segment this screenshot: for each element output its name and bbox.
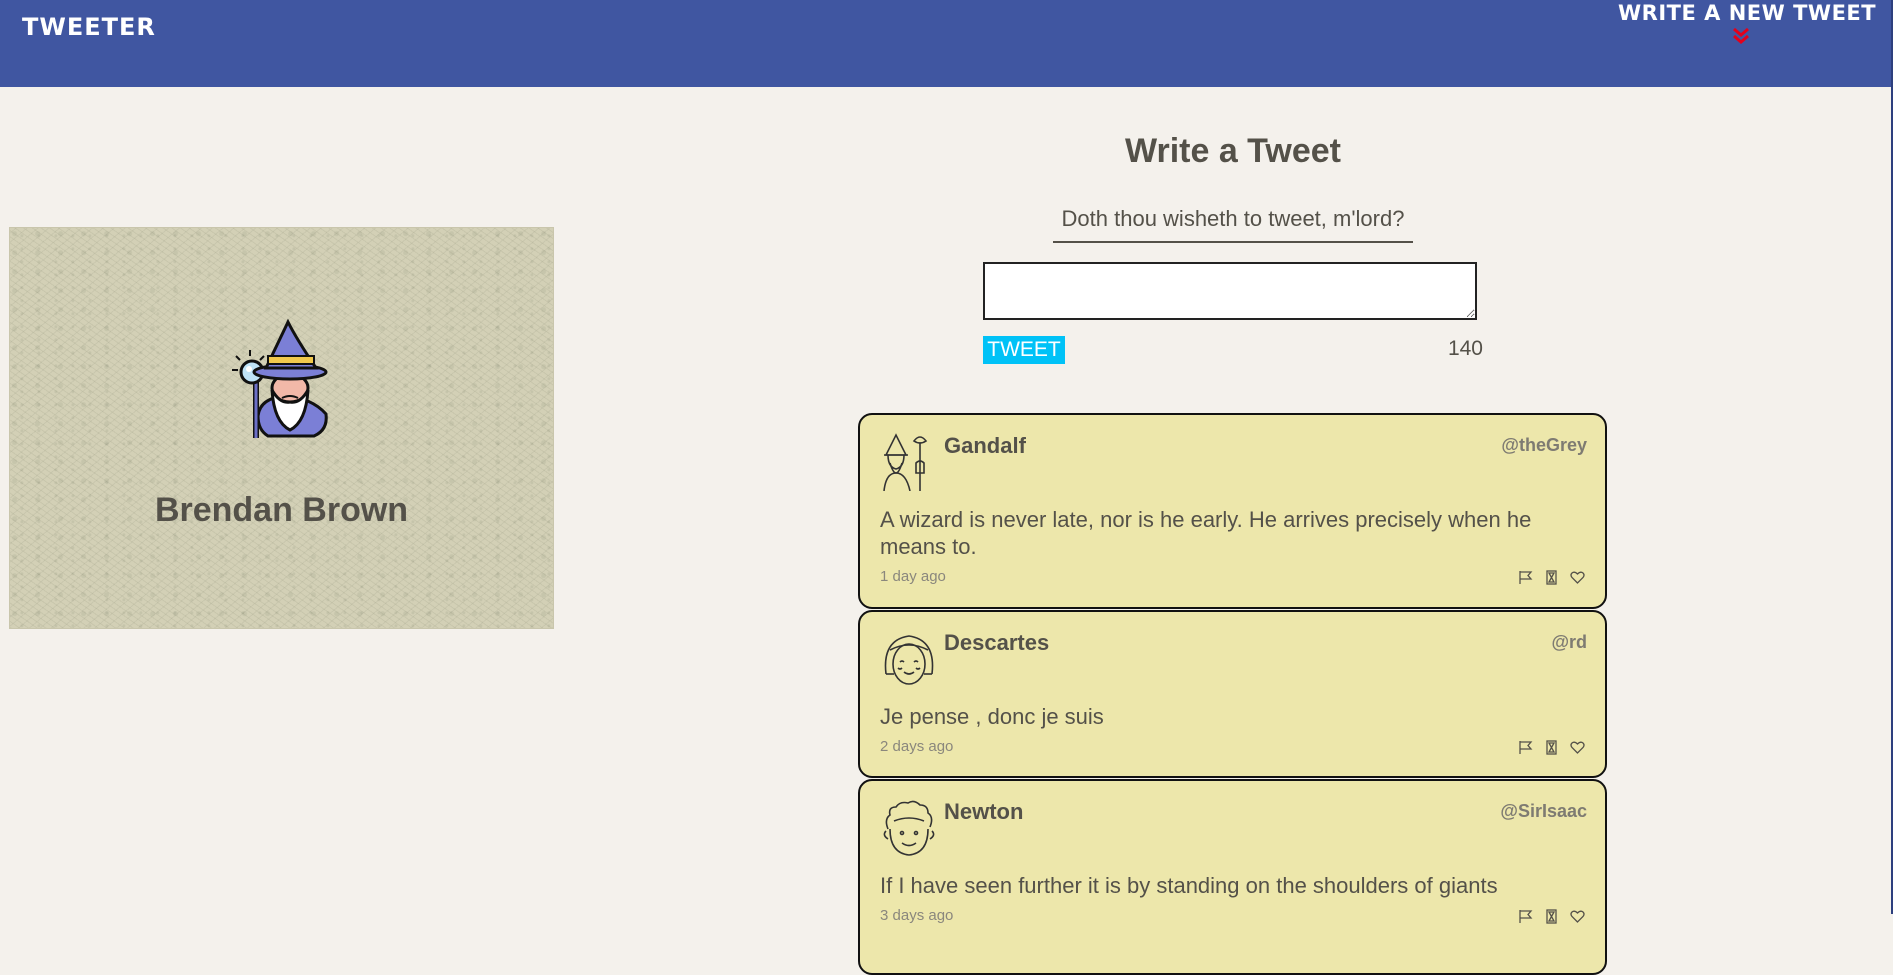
compose-label: Doth thou wisheth to tweet, m'lord?	[1053, 206, 1413, 243]
wizard-avatar-icon	[232, 318, 328, 438]
tweet-actions	[1518, 740, 1585, 755]
tweet-timestamp: 3 days ago	[880, 907, 954, 924]
flag-icon[interactable]	[1518, 570, 1533, 585]
profile-card: Brendan Brown	[9, 227, 554, 629]
write-new-tweet-toggle[interactable]: WRITE A NEW TWEET	[1618, 0, 1877, 60]
tweet-card: Descartes @rd Je pense , donc je suis 2 …	[858, 610, 1607, 778]
brand-logo[interactable]: TWEETER	[22, 13, 156, 41]
tweet-text: Je pense , donc je suis	[880, 704, 1104, 729]
heart-icon[interactable]	[1570, 909, 1585, 924]
tweet-author-handle: @SirIsaac	[1500, 801, 1587, 821]
tweet-author-handle: @theGrey	[1501, 435, 1587, 455]
heart-icon[interactable]	[1570, 570, 1585, 585]
tweet-textarea[interactable]	[983, 262, 1477, 320]
tweet-submit-button[interactable]: TWEET	[983, 336, 1065, 364]
profile-name: Brendan Brown	[154, 491, 409, 529]
write-new-tweet-label: WRITE A NEW TWEET	[1618, 1, 1877, 25]
tweet-author-handle: @rd	[1551, 632, 1587, 652]
tweet-timestamp: 1 day ago	[880, 568, 946, 585]
double-chevron-down-icon	[1733, 27, 1749, 44]
tweet-author-name: Descartes	[944, 630, 1050, 655]
tweet-actions	[1518, 570, 1585, 585]
tweet-card: Newton @SirIsaac If I have seen further …	[858, 779, 1607, 975]
retweet-icon[interactable]	[1544, 740, 1559, 755]
tweet-timestamp: 2 days ago	[880, 738, 954, 755]
heart-icon[interactable]	[1570, 740, 1585, 755]
wizard-line-avatar-icon	[883, 433, 928, 491]
retweet-icon[interactable]	[1544, 570, 1559, 585]
bob-hair-avatar-icon	[884, 635, 934, 685]
tweet-author-name: Newton	[944, 799, 1024, 824]
flag-icon[interactable]	[1518, 740, 1533, 755]
tweet-text: A wizard is never late, nor is he early.…	[880, 507, 1532, 559]
tweet-actions	[1518, 909, 1585, 924]
compose-title: Write a Tweet	[1124, 132, 1342, 170]
tweet-card: Gandalf @theGrey A wizard is never late,…	[858, 413, 1607, 609]
flag-icon[interactable]	[1518, 909, 1533, 924]
curly-hair-avatar-icon	[883, 800, 935, 856]
tweet-text: If I have seen further it is by standing…	[880, 873, 1498, 898]
retweet-icon[interactable]	[1544, 909, 1559, 924]
character-counter: 140	[1447, 337, 1483, 360]
tweet-author-name: Gandalf	[944, 433, 1026, 458]
top-navbar: TWEETER WRITE A NEW TWEET	[0, 0, 1893, 87]
